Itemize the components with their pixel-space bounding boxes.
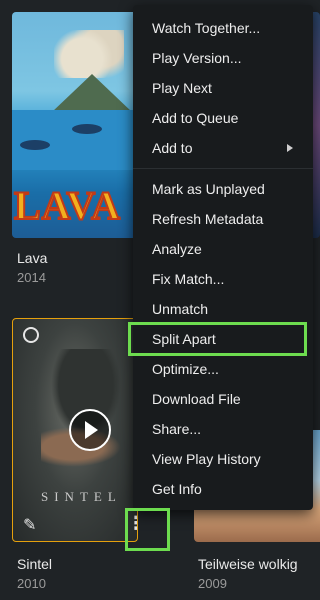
submenu-arrow-icon <box>287 144 293 152</box>
highlight-box-more-options <box>125 508 170 551</box>
menu-item-optimize[interactable]: Optimize... <box>133 354 313 384</box>
menu-item-add-to[interactable]: Add to <box>133 133 313 163</box>
menu-item-watch-together[interactable]: Watch Together... <box>133 13 313 43</box>
menu-item-play-next[interactable]: Play Next <box>133 73 313 103</box>
poster-art-whale <box>20 140 50 150</box>
menu-item-get-info[interactable]: Get Info <box>133 474 313 504</box>
menu-divider <box>133 168 313 169</box>
menu-item-view-play-history[interactable]: View Play History <box>133 444 313 474</box>
menu-item-play-version[interactable]: Play Version... <box>133 43 313 73</box>
item-title[interactable]: Lava <box>17 250 47 266</box>
play-icon[interactable] <box>69 409 111 451</box>
menu-item-download-file[interactable]: Download File <box>133 384 313 414</box>
context-menu: Watch Together... Play Version... Play N… <box>133 5 313 510</box>
poster-logo: SINTEL <box>41 489 122 504</box>
poster-lava[interactable]: LAVA <box>12 12 138 238</box>
menu-item-unmatch[interactable]: Unmatch <box>133 294 313 324</box>
menu-item-label: Add to <box>152 140 193 156</box>
menu-item-refresh-metadata[interactable]: Refresh Metadata <box>133 204 313 234</box>
highlight-box-split-apart <box>128 322 307 356</box>
poster-art-whale <box>72 124 102 134</box>
item-title[interactable]: Sintel <box>17 556 52 572</box>
menu-item-share[interactable]: Share... <box>133 414 313 444</box>
menu-item-fix-match[interactable]: Fix Match... <box>133 264 313 294</box>
menu-item-add-to-queue[interactable]: Add to Queue <box>133 103 313 133</box>
menu-item-mark-unplayed[interactable]: Mark as Unplayed <box>133 174 313 204</box>
item-year: 2009 <box>198 576 227 591</box>
poster-art-volcano <box>52 74 132 112</box>
poster-sintel[interactable]: SINTEL ✎ ⋮ <box>12 318 138 542</box>
item-title[interactable]: Teilweise wolkig <box>198 556 298 572</box>
item-year: 2010 <box>17 576 46 591</box>
item-year: 2014 <box>17 270 46 285</box>
edit-icon[interactable]: ✎ <box>23 515 36 535</box>
select-checkbox[interactable] <box>23 327 39 343</box>
menu-item-analyze[interactable]: Analyze <box>133 234 313 264</box>
poster-logo: LAVA <box>13 182 122 229</box>
poster-art-smoke <box>54 30 124 78</box>
